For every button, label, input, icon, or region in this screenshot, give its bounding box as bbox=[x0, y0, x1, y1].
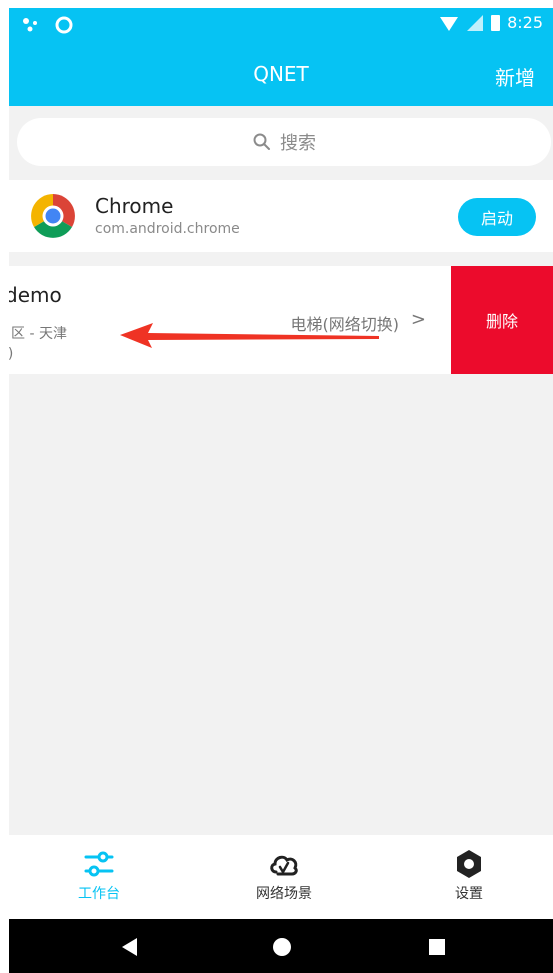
add-button[interactable]: 新增 bbox=[495, 62, 535, 91]
scene-detail: G) bbox=[9, 346, 13, 362]
back-icon[interactable] bbox=[119, 936, 141, 958]
app-package: com.android.chrome bbox=[95, 221, 240, 237]
launch-button[interactable]: 启动 bbox=[458, 198, 536, 236]
app-list-item[interactable]: Chrome com.android.chrome 启动 bbox=[9, 180, 553, 252]
system-nav-bar bbox=[9, 919, 553, 973]
bottom-tab-bar: 工作台 网络场景 设置 bbox=[9, 835, 553, 919]
sliders-icon bbox=[84, 851, 114, 877]
scene-location: 自区 - 天津 bbox=[9, 326, 67, 342]
search-input[interactable]: 搜索 bbox=[17, 118, 551, 166]
status-left-icons bbox=[21, 14, 75, 36]
cloud-icon bbox=[270, 855, 298, 876]
status-time: 8:25 bbox=[507, 13, 543, 32]
scene-content[interactable]: ‹demo 自区 - 天津 G) 电梯(网络切换) > bbox=[9, 266, 451, 374]
search-icon bbox=[253, 133, 270, 150]
home-icon[interactable] bbox=[271, 936, 293, 958]
app-name: Chrome bbox=[95, 194, 174, 218]
settings-icon bbox=[457, 850, 481, 878]
tab-network-scenes[interactable]: 网络场景 bbox=[214, 835, 354, 919]
status-right-icons: 8:25 bbox=[438, 13, 543, 32]
scene-list-item[interactable]: ‹demo 自区 - 天津 G) 电梯(网络切换) > 删除 bbox=[9, 266, 553, 374]
network-icon bbox=[23, 18, 37, 32]
search-placeholder: 搜索 bbox=[280, 133, 316, 154]
recents-icon[interactable] bbox=[426, 936, 448, 958]
chevron-right-icon: > bbox=[410, 309, 426, 330]
chrome-logo bbox=[31, 194, 75, 238]
search-section: 搜索 bbox=[9, 106, 553, 178]
page-title: QNET bbox=[253, 62, 309, 86]
swipe-arrow bbox=[120, 323, 379, 348]
phone-screen: 8:25 QNET 新增 搜索 Chrome com.android.chrom… bbox=[9, 8, 553, 973]
scene-title: ‹demo bbox=[9, 283, 62, 307]
tab-settings-label: 设置 bbox=[455, 886, 483, 902]
app-header: QNET 新增 bbox=[9, 40, 553, 106]
tab-network-scenes-label: 网络场景 bbox=[256, 886, 312, 902]
tab-workbench-label: 工作台 bbox=[78, 886, 120, 902]
status-bar: 8:25 bbox=[9, 8, 553, 40]
tab-settings[interactable]: 设置 bbox=[399, 835, 539, 919]
sync-icon bbox=[55, 16, 73, 34]
tab-workbench[interactable]: 工作台 bbox=[29, 835, 169, 919]
signal-icon bbox=[467, 14, 484, 31]
battery-icon bbox=[491, 14, 501, 31]
delete-button[interactable]: 删除 bbox=[451, 266, 553, 374]
wifi-icon bbox=[440, 16, 459, 31]
